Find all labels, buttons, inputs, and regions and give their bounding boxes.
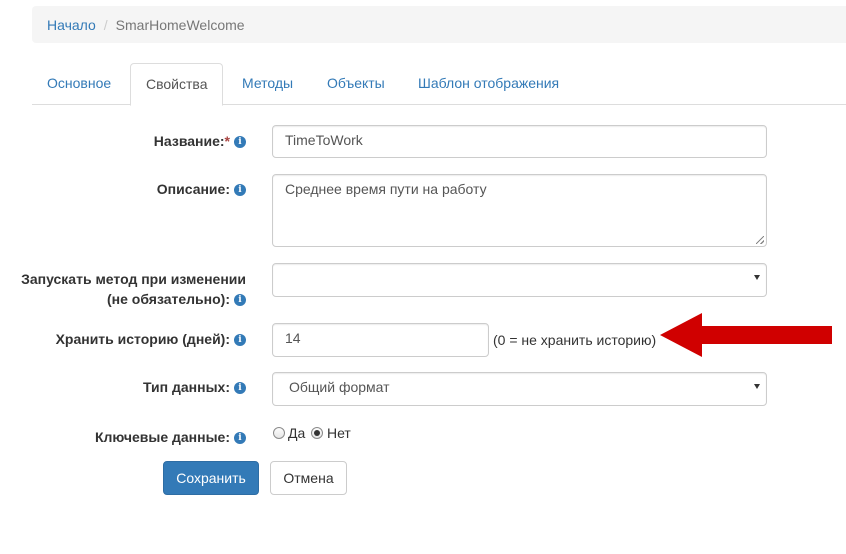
required-mark: * <box>224 133 230 149</box>
breadcrumb-separator: / <box>103 16 108 33</box>
method-label: Запускать метод при изменении (не обязат… <box>21 271 246 307</box>
method-select[interactable] <box>272 263 767 297</box>
data-type-select[interactable]: Общий формат <box>272 372 767 406</box>
tab-methods[interactable]: Методы <box>227 63 308 105</box>
history-label: Хранить историю (дней): i <box>56 329 246 349</box>
history-days-input[interactable]: 14 <box>272 323 489 357</box>
cancel-button[interactable]: Отмена <box>270 461 347 495</box>
breadcrumb-home-link[interactable]: Начало <box>47 17 96 33</box>
key-data-no-label[interactable]: Нет <box>327 425 351 441</box>
description-textarea[interactable]: Среднее время пути на работу <box>272 174 767 247</box>
red-arrow-icon <box>660 313 832 357</box>
tab-properties[interactable]: Свойства <box>130 63 224 106</box>
info-icon[interactable]: i <box>234 382 246 394</box>
history-hint: (0 = не хранить историю) <box>493 332 657 348</box>
tab-display-template[interactable]: Шаблон отображения <box>403 63 574 105</box>
name-input[interactable]: TimeToWork <box>272 125 767 158</box>
info-icon[interactable]: i <box>234 136 246 148</box>
breadcrumb-current: SmarHomeWelcome <box>115 16 245 33</box>
resize-grip-icon[interactable] <box>756 236 764 244</box>
key-data-yes-radio[interactable] <box>273 427 285 439</box>
breadcrumb: Начало / SmarHomeWelcome <box>32 6 846 43</box>
description-label: Описание: i <box>157 179 246 199</box>
key-data-no-radio[interactable] <box>311 427 323 439</box>
info-icon[interactable]: i <box>234 294 246 306</box>
key-data-label: Ключевые данные: i <box>95 427 246 447</box>
name-label: Название:* i <box>154 131 246 151</box>
key-data-yes-label[interactable]: Да <box>288 425 305 441</box>
save-button[interactable]: Сохранить <box>163 461 259 495</box>
info-icon[interactable]: i <box>234 184 246 196</box>
tab-bar: Основное Свойства Методы Объекты Шаблон … <box>32 63 846 106</box>
info-icon[interactable]: i <box>234 334 246 346</box>
chevron-down-icon <box>754 275 760 280</box>
tab-general[interactable]: Основное <box>32 63 126 105</box>
chevron-down-icon <box>754 384 760 389</box>
tab-objects[interactable]: Объекты <box>312 63 400 105</box>
data-type-label: Тип данных: i <box>143 377 246 397</box>
info-icon[interactable]: i <box>234 432 246 444</box>
